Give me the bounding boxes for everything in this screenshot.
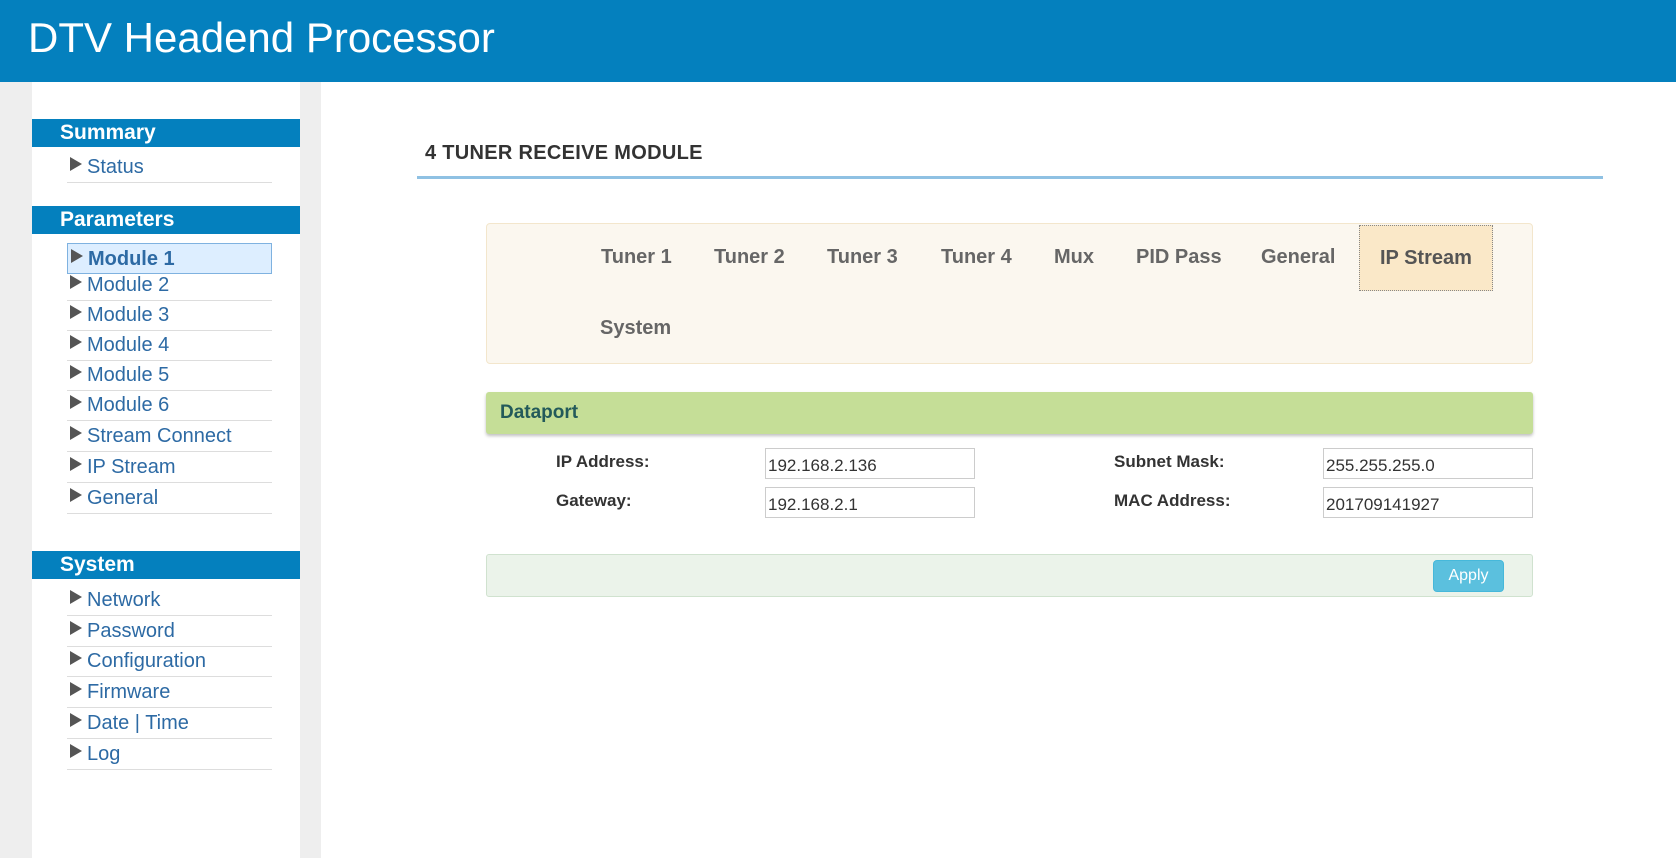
mac-address-field[interactable] — [1323, 487, 1533, 518]
sidebar-item-network[interactable]: Network — [67, 585, 272, 616]
sidebar-item-label: Module 3 — [87, 304, 170, 326]
sidebar-item-general[interactable]: General — [67, 483, 272, 514]
tab-tuner-2[interactable]: Tuner 2 — [694, 224, 805, 290]
sidebar-section-system: System — [32, 551, 300, 579]
sidebar-item-label: Network — [87, 589, 161, 611]
ip-address-label: IP Address: — [556, 452, 650, 471]
arrow-right-icon — [70, 365, 82, 379]
arrow-right-icon — [71, 249, 83, 263]
sidebar-item-date-time[interactable]: Date | Time — [67, 708, 272, 739]
arrow-right-icon — [70, 488, 82, 502]
ip-address-field[interactable] — [765, 448, 975, 479]
sidebar-item-label: Stream Connect — [87, 425, 232, 447]
sidebar-item-label: Date | Time — [87, 712, 189, 734]
left-gutter — [0, 82, 32, 858]
gateway-label: Gateway: — [556, 491, 632, 510]
apply-button[interactable]: Apply — [1433, 560, 1504, 592]
sidebar-item-log[interactable]: Log — [67, 739, 272, 770]
dataport-panel-header: Dataport — [486, 392, 1533, 434]
sidebar-item-label: Module 6 — [87, 394, 170, 416]
sidebar-item-password[interactable]: Password — [67, 616, 272, 647]
page-title: 4 TUNER RECEIVE MODULE — [425, 142, 703, 164]
sidebar-item-ip-stream[interactable]: IP Stream — [67, 452, 272, 483]
sidebar-item-label: Status — [87, 156, 144, 178]
sidebar-item-firmware[interactable]: Firmware — [67, 677, 272, 708]
app-title: DTV Headend Processor — [28, 14, 495, 61]
arrow-right-icon — [70, 426, 82, 440]
subnet-mask-field[interactable] — [1323, 448, 1533, 479]
app-header: DTV Headend Processor — [0, 0, 1676, 82]
arrow-right-icon — [70, 744, 82, 758]
arrow-right-icon — [70, 275, 82, 289]
sidebar-item-label: Password — [87, 620, 175, 642]
tab-mux[interactable]: Mux — [1034, 224, 1114, 290]
arrow-right-icon — [70, 157, 82, 171]
subnet-mask-label: Subnet Mask: — [1114, 452, 1225, 471]
mac-address-label: MAC Address: — [1114, 491, 1231, 510]
arrow-right-icon — [70, 305, 82, 319]
sidebar-item-module-4[interactable]: Module 4 — [67, 330, 272, 361]
sidebar-section-parameters: Parameters — [32, 206, 300, 234]
sidebar-item-label: Log — [87, 743, 121, 765]
tab-system[interactable]: System — [580, 295, 691, 361]
sidebar-item-configuration[interactable]: Configuration — [67, 646, 272, 677]
tab-tuner-4[interactable]: Tuner 4 — [921, 224, 1032, 290]
sidebar: Summary Status Parameters Module 1 Modul… — [32, 82, 300, 858]
sidebar-item-label: Module 2 — [87, 274, 170, 296]
gateway-field[interactable] — [765, 487, 975, 518]
title-divider — [417, 176, 1603, 179]
sidebar-item-module-3[interactable]: Module 3 — [67, 300, 272, 331]
arrow-right-icon — [70, 335, 82, 349]
tab-general[interactable]: General — [1241, 224, 1355, 290]
tab-tuner-3[interactable]: Tuner 3 — [807, 224, 918, 290]
tab-pid-pass[interactable]: PID Pass — [1116, 224, 1242, 290]
arrow-right-icon — [70, 621, 82, 635]
action-bar: Apply — [486, 554, 1533, 597]
arrow-right-icon — [70, 590, 82, 604]
arrow-right-icon — [70, 713, 82, 727]
tab-ip-stream[interactable]: IP Stream — [1359, 225, 1493, 291]
sidebar-item-label: Module 1 — [88, 248, 175, 270]
sidebar-item-label: Module 5 — [87, 364, 170, 386]
sidebar-item-label: General — [87, 487, 159, 509]
tab-tuner-1[interactable]: Tuner 1 — [581, 224, 692, 290]
arrow-right-icon — [70, 682, 82, 696]
sidebar-item-label: IP Stream — [87, 456, 176, 478]
sidebar-divider — [300, 82, 321, 858]
module-tabs: Tuner 1 Tuner 2 Tuner 3 Tuner 4 Mux PID … — [486, 223, 1533, 364]
arrow-right-icon — [70, 395, 82, 409]
arrow-right-icon — [70, 651, 82, 665]
sidebar-item-module-5[interactable]: Module 5 — [67, 360, 272, 391]
sidebar-section-summary: Summary — [32, 119, 300, 147]
sidebar-item-module-2[interactable]: Module 2 — [67, 270, 272, 301]
sidebar-item-status[interactable]: Status — [67, 152, 272, 183]
sidebar-item-stream-connect[interactable]: Stream Connect — [67, 421, 272, 452]
sidebar-item-module-6[interactable]: Module 6 — [67, 390, 272, 421]
arrow-right-icon — [70, 457, 82, 471]
sidebar-item-label: Configuration — [87, 650, 206, 672]
panel-title: Dataport — [500, 402, 579, 423]
sidebar-item-label: Module 4 — [87, 334, 170, 356]
sidebar-item-label: Firmware — [87, 681, 171, 703]
